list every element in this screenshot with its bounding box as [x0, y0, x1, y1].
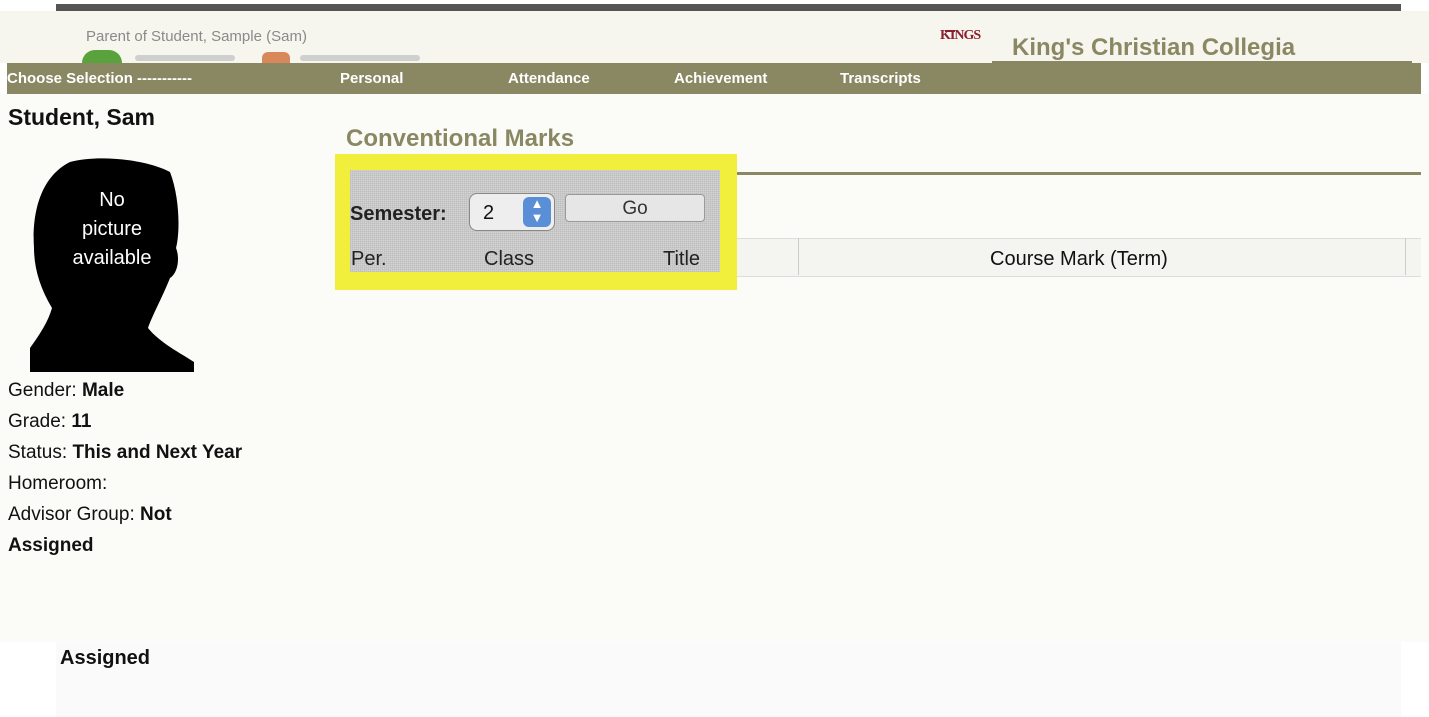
semester-value: 2 [483, 202, 495, 224]
no-picture-text-2: picture [82, 218, 142, 240]
column-header-course-mark[interactable]: Course Mark (Term) [990, 248, 1168, 271]
assigned-label: Assigned [60, 647, 151, 669]
stepper-arrows-icon[interactable]: ▲ ▼ [523, 197, 551, 227]
nav-item-transcripts[interactable]: Transcripts [840, 70, 921, 87]
no-picture-avatar: No picture available [30, 158, 194, 372]
choose-selection-dropdown[interactable]: Choose Selection ----------- [7, 70, 192, 87]
school-logo: KINGS [940, 28, 981, 43]
grade-value: 11 [71, 411, 92, 432]
grade-row: Grade: 11 [8, 406, 91, 437]
gender-value: Male [81, 380, 125, 401]
go-button[interactable]: Go [565, 194, 705, 222]
gender-label: Gender: [8, 380, 77, 401]
column-divider [1405, 238, 1406, 275]
column-header-period[interactable]: Per. [351, 248, 387, 271]
grade-label: Grade: [8, 411, 67, 432]
no-picture-text-1: No [99, 189, 125, 211]
bottom-strip [56, 642, 1401, 717]
advisor-value-continued: Assigned [8, 535, 94, 556]
header-link-placeholder[interactable] [135, 55, 235, 61]
advisor-row-continued: Assigned [8, 530, 94, 561]
homeroom-label: Homeroom: [8, 473, 108, 494]
nav-item-personal[interactable]: Personal [340, 70, 403, 87]
advisor-row: Advisor Group: Not [8, 499, 172, 530]
status-label: Status: [8, 442, 68, 463]
nav-bar: Choose Selection ----------- Personal At… [7, 63, 1421, 94]
advisor-label: Advisor Group: [8, 504, 135, 525]
homeroom-row: Homeroom: [8, 468, 107, 499]
top-bar [56, 4, 1401, 11]
no-picture-text-3: available [73, 247, 152, 269]
semester-select[interactable]: 2 ▲ ▼ [469, 193, 555, 231]
parent-label: Parent of Student, Sample (Sam) [86, 28, 307, 45]
nav-item-attendance[interactable]: Attendance [508, 70, 590, 87]
globe-icon[interactable] [82, 50, 122, 63]
column-header-title[interactable]: Title [663, 248, 700, 271]
column-header-class[interactable]: Class [484, 248, 534, 271]
app-icon[interactable] [262, 52, 290, 63]
page-title: Conventional Marks [346, 125, 575, 152]
semester-label: Semester: [350, 203, 447, 225]
school-name: King's Christian Collegia [1012, 34, 1296, 61]
status-row: Status: This and Next Year [8, 437, 242, 468]
header-link-placeholder[interactable] [300, 55, 420, 61]
student-name: Student, Sam [8, 104, 155, 130]
column-divider [798, 238, 799, 275]
nav-item-achievement[interactable]: Achievement [674, 70, 767, 87]
gender-row: Gender: Male [8, 375, 124, 406]
status-value: This and Next Year [72, 442, 243, 463]
advisor-value: Not [140, 504, 172, 525]
